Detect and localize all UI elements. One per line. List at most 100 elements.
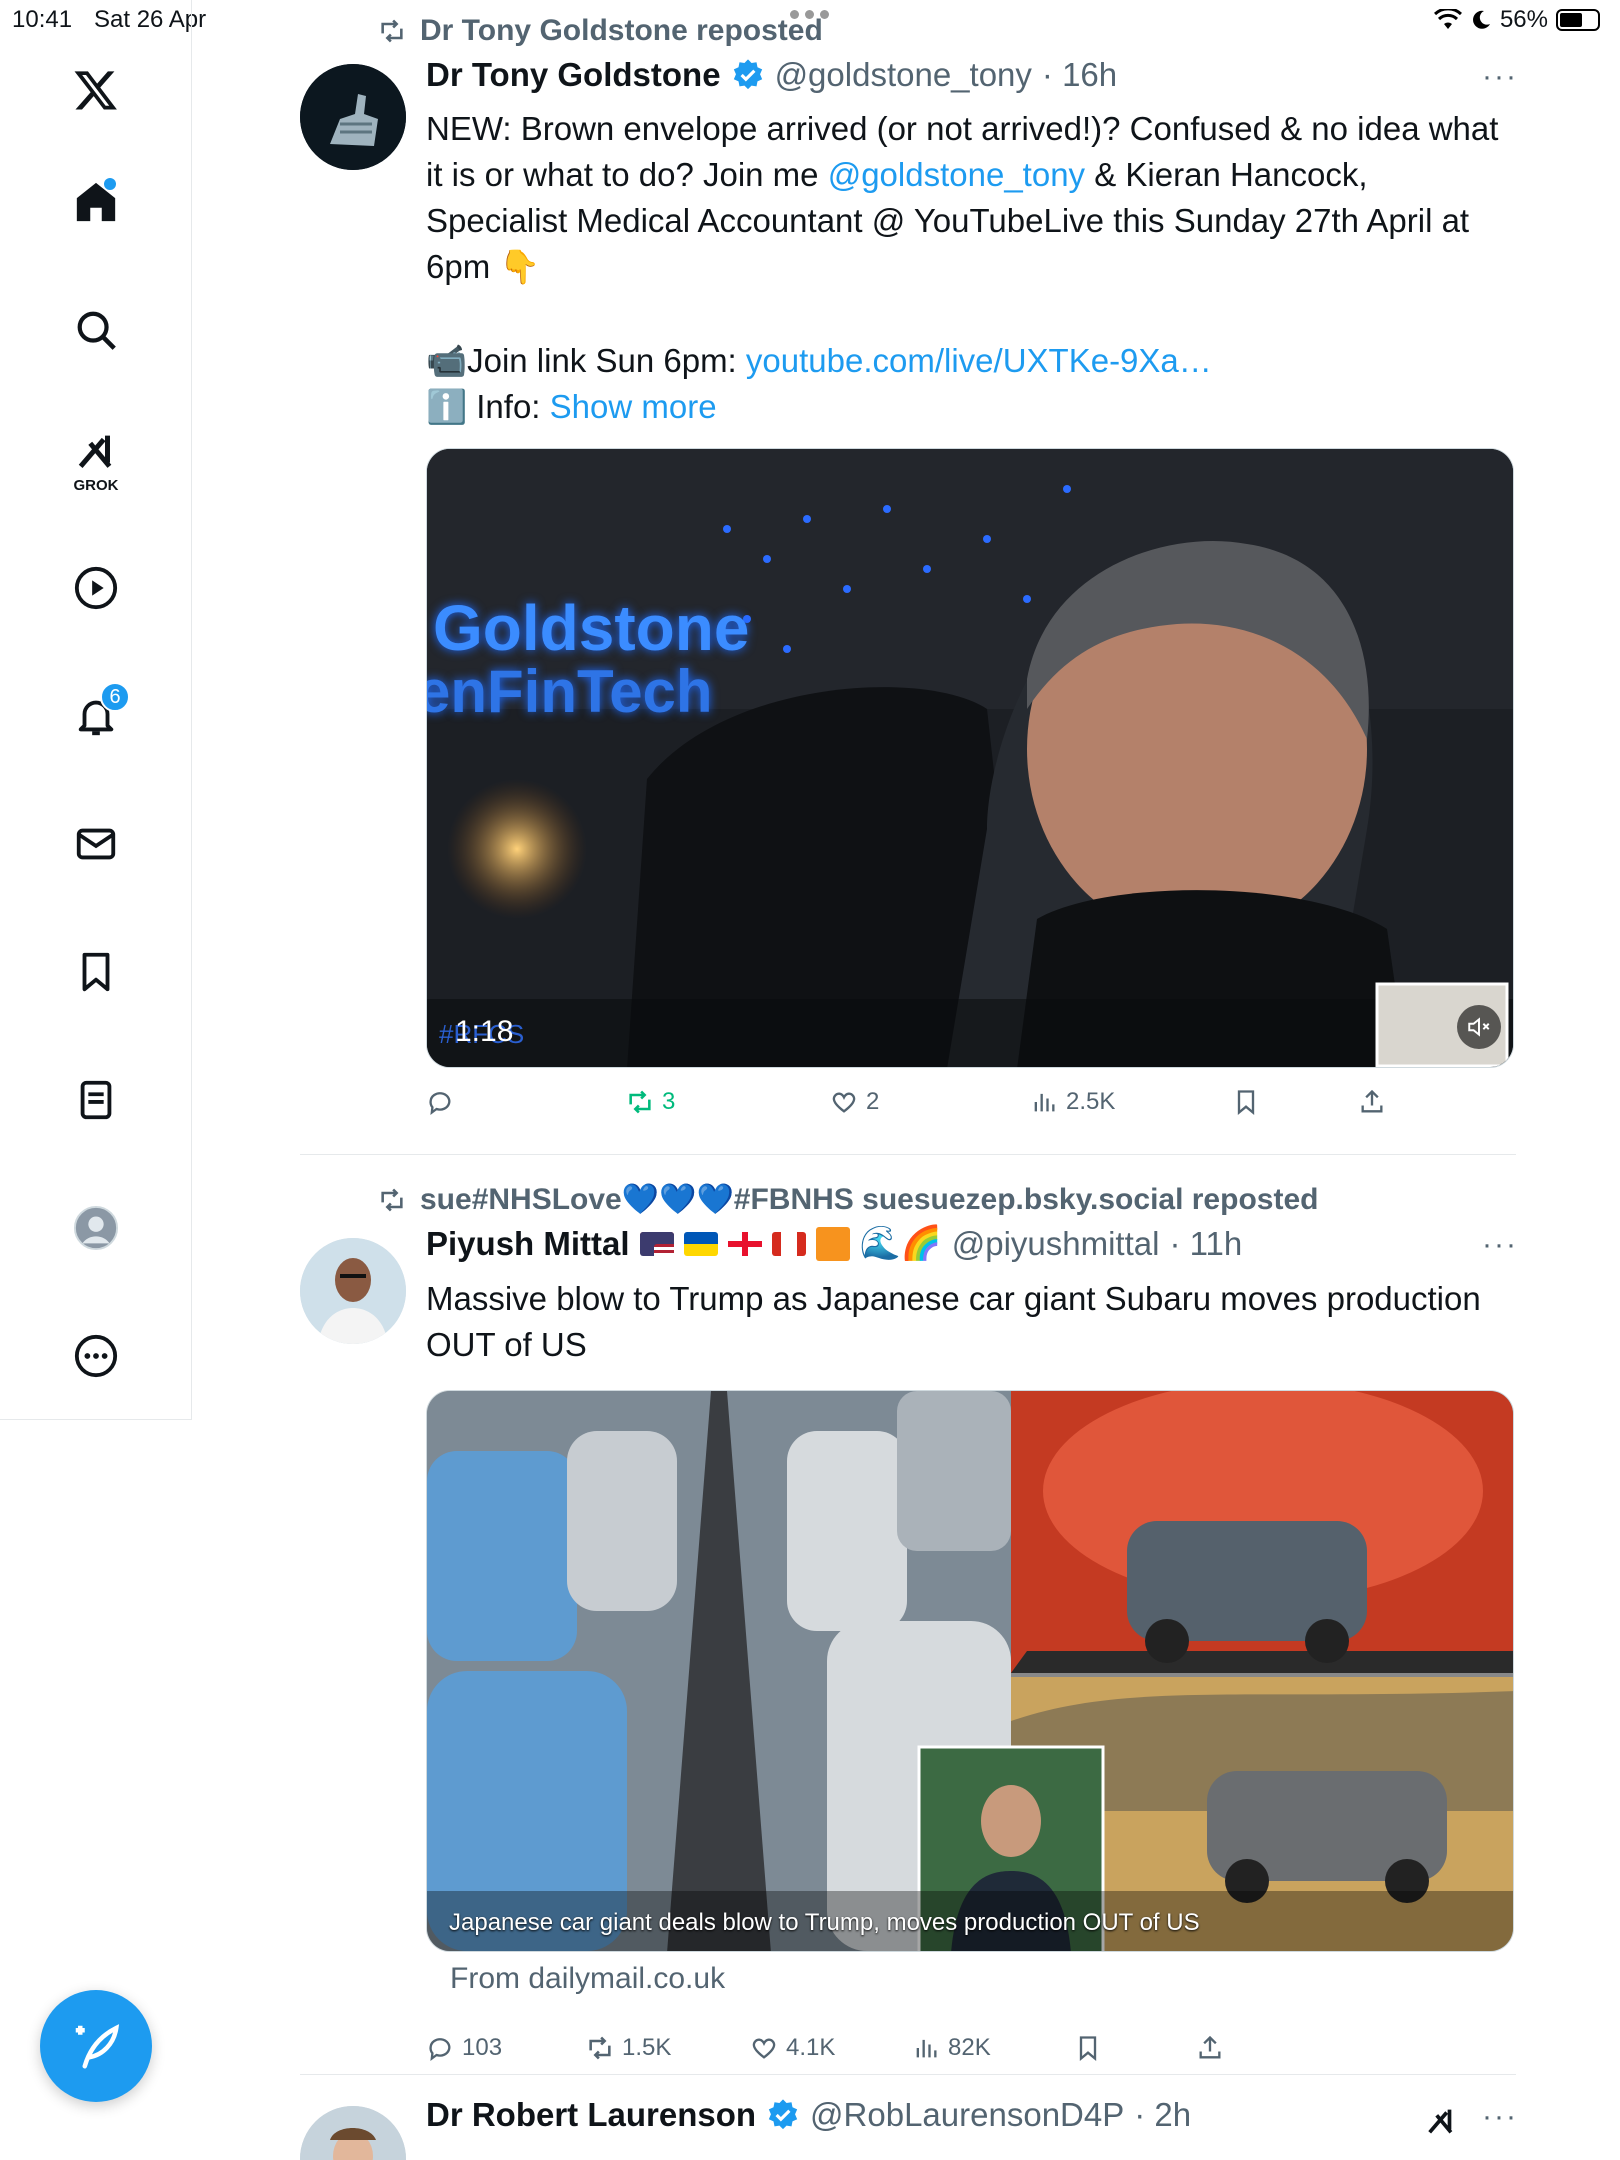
link-card-image[interactable]: Japanese car giant deals blow to Trump, …	[426, 1390, 1514, 1952]
sign-fintech: enFinTech	[426, 658, 713, 725]
canada-flag-icon	[771, 1231, 806, 1256]
more-circle-icon	[74, 1334, 118, 1378]
sidebar-item-search[interactable]	[52, 286, 140, 374]
sign-goldstone: Goldstone	[433, 592, 750, 664]
avatar[interactable]	[300, 1238, 406, 1344]
reply-button[interactable]	[426, 1088, 462, 1116]
views-chart-icon	[1034, 1093, 1055, 1112]
share-button[interactable]	[1196, 2034, 1224, 2062]
card-source[interactable]: From dailymail.co.uk	[450, 1962, 725, 1996]
share-button[interactable]	[1358, 1088, 1386, 1116]
like-button[interactable]: 2	[830, 1088, 879, 1116]
x-logo-icon[interactable]	[52, 46, 140, 134]
search-icon	[77, 311, 116, 350]
author-name[interactable]: Dr Robert Laurenson	[426, 2096, 756, 2134]
battery-icon	[1556, 9, 1600, 31]
compose-post-button[interactable]	[40, 1990, 152, 2102]
list-icon	[80, 1080, 112, 1120]
grok-icon	[1428, 2109, 1453, 2134]
info-line: ℹ️ Info: Show more	[426, 388, 717, 425]
author-handle[interactable]: @RobLaurensonD4P	[810, 2096, 1124, 2134]
sidebar-item-messages[interactable]	[52, 800, 140, 888]
post-time[interactable]: · 2h	[1134, 2096, 1191, 2134]
post-time[interactable]: · 16h	[1042, 56, 1117, 94]
bookmark-icon	[1237, 1090, 1255, 1115]
author-name[interactable]: Dr Tony Goldstone	[426, 56, 721, 94]
sidebar-item-profile[interactable]	[52, 1184, 140, 1272]
verified-badge-icon	[768, 2099, 798, 2130]
tweet-header: Dr Robert Laurenson @RobLaurensonD4P · 2…	[426, 2096, 1191, 2134]
views-chart-icon	[916, 2039, 937, 2058]
author-handle[interactable]: @goldstone_tony	[775, 56, 1032, 94]
bookmark-button[interactable]	[1232, 1088, 1260, 1116]
repost-icon	[629, 1090, 651, 1114]
verified-badge-icon	[733, 59, 762, 90]
more-options-icon[interactable]: ···	[1458, 60, 1518, 94]
ukraine-flag-icon	[683, 1231, 718, 1256]
repost-icon	[589, 2036, 611, 2060]
mention-link[interactable]: @goldstone_tony	[828, 156, 1085, 193]
sidebar-item-more[interactable]	[52, 1312, 140, 1400]
post-time[interactable]: · 11h	[1169, 1225, 1242, 1263]
more-options-icon[interactable]: ···	[1458, 2100, 1518, 2134]
heart-icon	[832, 1092, 856, 1113]
mute-button[interactable]	[1457, 1005, 1501, 1049]
tweet-text: Massive blow to Trump as Japanese car gi…	[426, 1280, 1481, 1363]
sidebar-item-notifications[interactable]: 6	[52, 672, 140, 760]
reply-button[interactable]: 103	[426, 2034, 502, 2062]
speaker-muted-icon	[1468, 1017, 1490, 1037]
grok-label: GROK	[73, 477, 119, 494]
bookmark-icon	[82, 952, 110, 992]
author-name[interactable]: Piyush Mittal	[426, 1225, 630, 1263]
repost-indicator: sue#NHSLove💙💙💙#FBNHS suesuezep.bsky.soci…	[376, 1182, 1318, 1217]
repost-button[interactable]: 1.5K	[586, 2034, 671, 2062]
sidebar-item-home[interactable]	[52, 158, 140, 246]
video-player[interactable]: Goldstone enFinTech #RFCS 1:18	[426, 448, 1514, 1068]
sidebar-item-lists[interactable]	[52, 1056, 140, 1144]
sidebar-item-bookmarks[interactable]	[52, 928, 140, 1016]
tweet-actions: 3 2 2.5K	[426, 1088, 1426, 1128]
notifications-badge: 6	[100, 682, 130, 712]
sidebar-item-video[interactable]	[52, 544, 140, 632]
like-button[interactable]: 4.1K	[750, 2034, 835, 2062]
repost-icon	[381, 19, 403, 43]
us-flag-icon	[639, 1231, 674, 1256]
profile-avatar-icon	[73, 1205, 119, 1251]
more-options-icon[interactable]: ···	[1458, 1228, 1518, 1262]
grok-explain-button[interactable]	[1424, 2104, 1458, 2143]
wifi-icon	[1433, 9, 1462, 29]
avatar[interactable]	[300, 2106, 406, 2160]
tweet-text: NEW: Brown envelope arrived (or not arri…	[426, 110, 1499, 285]
views-button[interactable]: 2.5K	[1030, 1088, 1115, 1116]
show-more-link[interactable]: Show more	[550, 388, 717, 425]
tweet-divider	[300, 2074, 1516, 2075]
video-duration: 1:18	[455, 1015, 514, 1048]
repost-button[interactable]: 3	[626, 1088, 675, 1116]
georgia-flag-icon	[727, 1231, 762, 1256]
sidebar: GROK 6	[0, 0, 192, 1420]
repost-indicator: Dr Tony Goldstone reposted	[376, 14, 823, 48]
heart-icon	[752, 2038, 776, 2059]
tweet-divider	[300, 1154, 1516, 1155]
bookmark-button[interactable]	[1074, 2034, 1102, 2062]
battery-percent: 56%	[1499, 6, 1548, 33]
feather-plus-icon	[75, 2024, 120, 2069]
avatar[interactable]	[300, 64, 406, 170]
tweet-header: Piyush Mittal 🌊🌈 @piyushmittal · 11h	[426, 1224, 1242, 1263]
play-icon	[74, 566, 118, 610]
wave-rainbow-emoji: 🌊🌈	[859, 1224, 942, 1261]
envelope-icon	[76, 828, 116, 860]
author-handle[interactable]: @piyushmittal	[952, 1225, 1160, 1263]
moon-icon	[1473, 10, 1490, 29]
bookmark-icon	[1079, 2036, 1097, 2061]
card-caption: Japanese car giant deals blow to Trump, …	[449, 1909, 1200, 1936]
share-icon	[1361, 1089, 1383, 1113]
repost-icon	[381, 1188, 403, 1211]
views-button[interactable]: 82K	[912, 2034, 991, 2062]
sidebar-item-grok[interactable]: GROK	[52, 414, 140, 502]
youtube-link[interactable]: youtube.com/live/UXTKe-9Xa…	[746, 342, 1212, 379]
tweet-actions: 103 1.5K 4.1K 82K	[426, 2034, 1426, 2074]
share-icon	[1199, 2035, 1221, 2059]
home-unread-dot	[104, 178, 116, 190]
tweet-header: Dr Tony Goldstone @goldstone_tony · 16h	[426, 56, 1117, 94]
